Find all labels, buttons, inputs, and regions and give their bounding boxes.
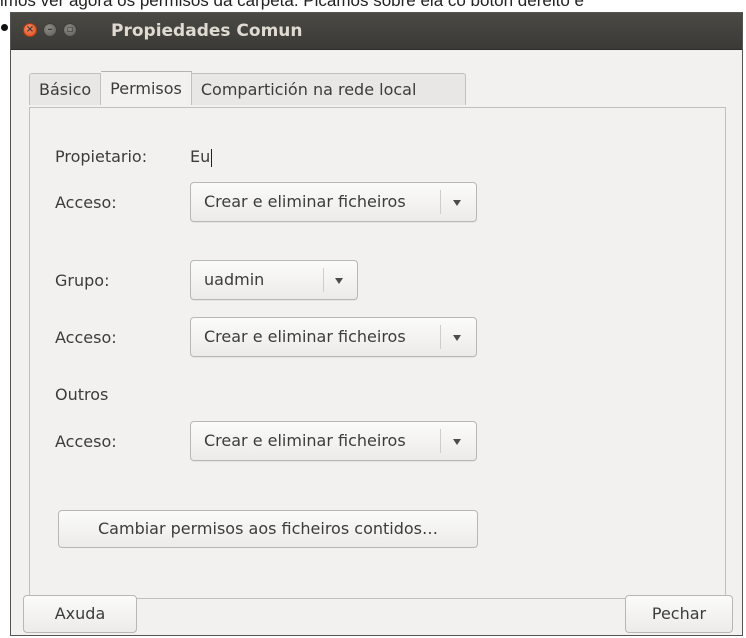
page-caption: imos ver agora os permisos da carpeta. P… bbox=[0, 0, 584, 10]
others-label: Outros bbox=[55, 385, 109, 404]
owner-label: Propietario: bbox=[55, 147, 148, 166]
owner-value-text: Eu bbox=[190, 147, 211, 166]
group-access-dropdown[interactable]: Crear e eliminar ficheiros bbox=[190, 317, 477, 357]
group-dropdown[interactable]: uadmin bbox=[190, 260, 358, 300]
permissions-panel: Propietario: Eu Acceso: Crear e eliminar… bbox=[29, 107, 726, 599]
others-access-value: Crear e eliminar ficheiros bbox=[204, 431, 406, 450]
group-access-label: Acceso: bbox=[55, 328, 117, 347]
dropdown-separator bbox=[440, 325, 441, 349]
properties-dialog: × – ▫ Propiedades Comun Básico Permisos … bbox=[10, 12, 743, 636]
minimize-icon[interactable]: – bbox=[43, 23, 57, 37]
dropdown-separator bbox=[440, 429, 441, 453]
tab-comparticion[interactable]: Compartición na rede local bbox=[191, 73, 466, 105]
tab-permisos[interactable]: Permisos bbox=[101, 71, 192, 105]
tab-basico[interactable]: Básico bbox=[29, 73, 102, 105]
dropdown-separator bbox=[440, 190, 441, 214]
group-value: uadmin bbox=[204, 270, 265, 289]
group-label: Grupo: bbox=[55, 271, 110, 290]
help-button[interactable]: Axuda bbox=[23, 595, 137, 633]
list-bullet bbox=[1, 24, 8, 31]
owner-access-dropdown[interactable]: Crear e eliminar ficheiros bbox=[190, 182, 477, 222]
chevron-down-icon bbox=[453, 439, 461, 445]
others-access-label: Acceso: bbox=[55, 432, 117, 451]
others-access-dropdown[interactable]: Crear e eliminar ficheiros bbox=[190, 421, 477, 461]
maximize-icon[interactable]: ▫ bbox=[63, 23, 77, 37]
owner-access-label: Acceso: bbox=[55, 193, 117, 212]
change-contents-permissions-button[interactable]: Cambiar permisos aos ficheiros contidos… bbox=[58, 510, 478, 548]
window-title: Propiedades Comun bbox=[111, 21, 303, 41]
title-bar[interactable]: × – ▫ Propiedades Comun bbox=[11, 13, 742, 50]
tab-bar: Básico Permisos Compartición na rede loc… bbox=[29, 71, 466, 107]
dropdown-separator bbox=[323, 268, 324, 292]
chevron-down-icon bbox=[453, 200, 461, 206]
close-icon[interactable]: × bbox=[23, 23, 37, 37]
close-button[interactable]: Pechar bbox=[625, 595, 733, 633]
owner-value: Eu bbox=[190, 147, 213, 167]
group-access-value: Crear e eliminar ficheiros bbox=[204, 327, 406, 346]
chevron-down-icon bbox=[453, 335, 461, 341]
chevron-down-icon bbox=[335, 278, 343, 284]
owner-access-value: Crear e eliminar ficheiros bbox=[204, 192, 406, 211]
text-cursor bbox=[211, 148, 213, 167]
